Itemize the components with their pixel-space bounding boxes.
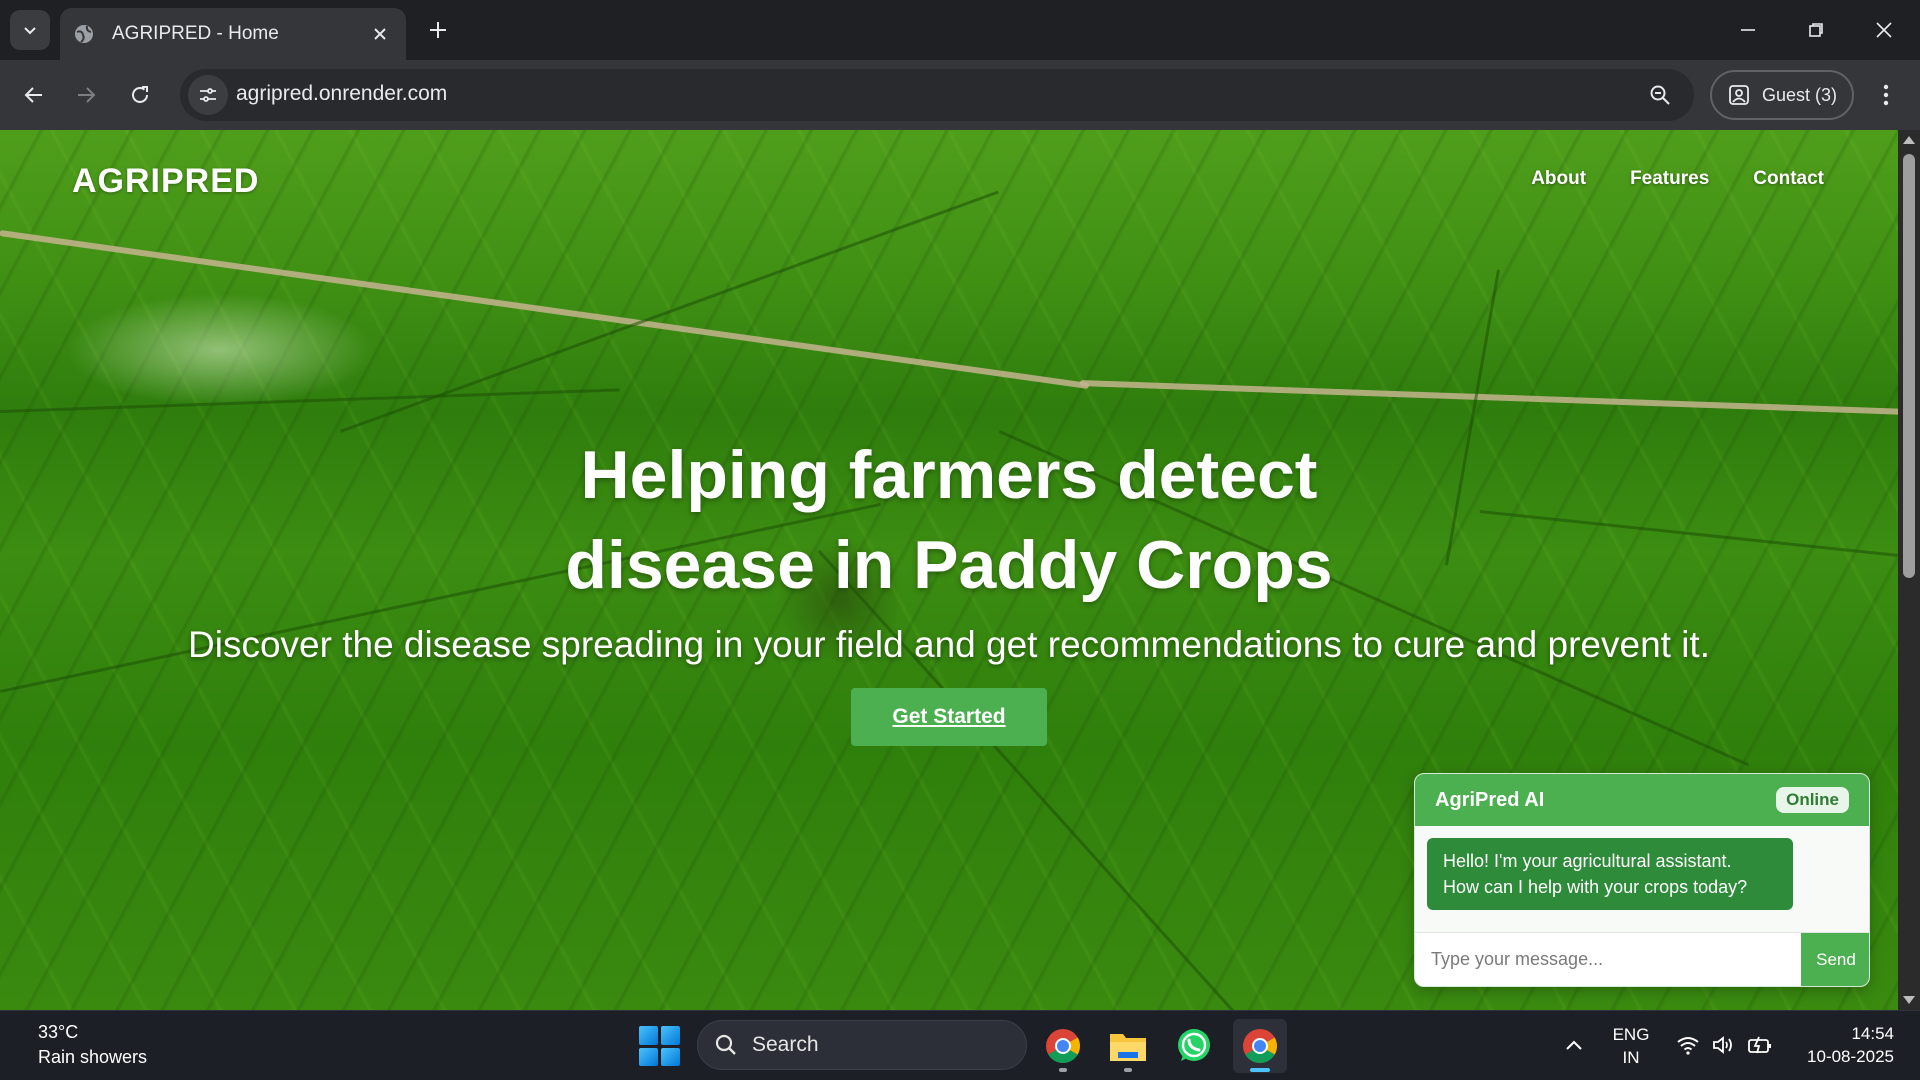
chat-messages: Hello! I'm your agricultural assistant. … [1415,826,1869,932]
get-started-button[interactable]: Get Started [851,688,1047,746]
tab-title: AGRIPRED - Home [112,23,279,44]
wifi-icon [1677,1037,1699,1055]
restore-button[interactable] [1794,8,1838,52]
tab-close-button[interactable] [364,18,396,50]
taskbar-app-file-explorer[interactable] [1101,1019,1155,1073]
arrow-right-icon [78,87,96,103]
tune-icon [200,88,216,102]
hero-subtitle: Discover the disease spreading in your f… [188,624,1710,665]
zoom-out-icon [1650,85,1670,105]
tab-search-button[interactable] [10,10,50,50]
folder-icon [1110,1034,1146,1061]
weather-description: Rain showers [38,1047,148,1067]
chat-status-badge: Online [1776,787,1849,813]
start-button[interactable] [638,1025,680,1067]
show-hidden-icons-button[interactable] [1560,1031,1588,1059]
guest-profile-icon [1729,85,1749,105]
chrome-icon [1046,1029,1080,1063]
chat-message-input[interactable] [1415,933,1801,986]
browser-toolbar: agripred.onrender.com Guest (3) [0,60,1920,130]
volume-button[interactable] [1710,1031,1738,1059]
nav-link-contact[interactable]: Contact [1753,168,1824,190]
profile-button[interactable]: Guest (3) [1710,70,1854,120]
window-close-button[interactable] [1862,8,1906,52]
chat-widget: AgriPred AI Online Hello! I'm your agric… [1414,773,1870,987]
site-info-button[interactable] [188,75,228,115]
system-clock[interactable]: 14:54 10-08-2025 [1786,1022,1894,1068]
wifi-button[interactable] [1674,1031,1702,1059]
chat-message-bubble: Hello! I'm your agricultural assistant. … [1427,838,1793,910]
taskbar-search[interactable]: Search [697,1020,1027,1070]
chat-title: AgriPred AI [1435,788,1545,811]
taskbar-search-label: Search [752,1033,819,1056]
battery-button[interactable] [1746,1031,1774,1059]
region-code: IN [1622,1048,1640,1067]
minimize-button[interactable] [1726,8,1770,52]
search-icon [715,1034,736,1055]
field-path [1079,380,1898,416]
chat-message-line1: Hello! I'm your agricultural assistant. [1443,851,1732,871]
hero-title-line1: Helping farmers detect [580,437,1318,513]
app-running-indicator [1059,1068,1067,1072]
chrome-icon [1243,1029,1277,1063]
plus-icon [430,22,446,38]
chat-input-row: Send [1415,932,1869,986]
site-logo[interactable]: AGRIPRED [72,162,259,201]
weather-widget[interactable]: 33°C Rain showers [38,1022,147,1068]
close-icon [374,28,386,40]
minimize-icon [1741,29,1755,31]
chat-send-button[interactable]: Send [1801,933,1869,986]
chevron-down-icon [24,27,36,35]
address-bar[interactable]: agripred.onrender.com [180,69,1694,121]
taskbar: 33°C Rain showers Search ENG IN 14:54 10… [0,1010,1920,1080]
back-button[interactable] [14,75,54,115]
globe-icon [72,22,96,46]
taskbar-app-chrome[interactable] [1036,1019,1090,1073]
clock-date: 10-08-2025 [1807,1047,1894,1066]
nav-link-about[interactable]: About [1531,168,1586,190]
app-running-indicator [1124,1068,1132,1072]
field-boundary [817,550,1329,1010]
profile-label: Guest (3) [1762,84,1838,105]
scroll-thumb[interactable] [1903,154,1915,578]
app-active-indicator [1250,1068,1270,1072]
language-code: ENG [1612,1025,1650,1044]
speaker-icon [1713,1036,1732,1054]
arrow-left-icon [24,87,42,103]
new-tab-button[interactable] [420,12,456,48]
field-path [0,230,1090,390]
reload-button[interactable] [120,75,160,115]
reload-icon [132,86,148,103]
clock-time: 14:54 [1851,1024,1894,1043]
chat-header: AgriPred AI Online [1415,774,1869,826]
scroll-up-arrow-icon[interactable] [1903,136,1915,144]
language-indicator[interactable]: ENG IN [1608,1023,1654,1069]
page-viewport: AGRIPRED About Features Contact Helping … [0,130,1920,1010]
restore-icon [1809,23,1823,37]
hero-title: Helping farmers detect disease in Paddy … [0,430,1898,610]
more-vertical-icon [1883,84,1889,106]
chevron-up-icon [1566,1040,1582,1050]
forward-button[interactable] [66,75,106,115]
hero-section: AGRIPRED About Features Contact Helping … [0,130,1898,1010]
weather-temperature: 33°C [38,1022,79,1042]
scroll-down-arrow-icon[interactable] [1903,996,1915,1004]
nav-link-features[interactable]: Features [1630,168,1709,190]
taskbar-app-whatsapp[interactable] [1167,1019,1221,1073]
hero-title-line2: disease in Paddy Crops [565,527,1333,603]
url-text[interactable]: agripred.onrender.com [236,82,447,106]
browser-menu-button[interactable] [1868,75,1904,115]
windows-logo-icon [639,1026,658,1045]
close-icon [1876,22,1892,38]
browser-tab-active[interactable]: AGRIPRED - Home [60,8,406,60]
zoom-button[interactable] [1644,79,1676,111]
battery-charging-icon [1748,1036,1771,1054]
taskbar-app-chrome-active[interactable] [1233,1019,1287,1073]
browser-titlebar: AGRIPRED - Home [0,0,1920,60]
field-boundary [0,388,620,413]
page-scrollbar[interactable] [1898,130,1920,1010]
site-nav: About Features Contact [1531,168,1824,190]
chat-message-line2: How can I help with your crops today? [1443,877,1748,897]
whatsapp-icon [1178,1029,1210,1061]
